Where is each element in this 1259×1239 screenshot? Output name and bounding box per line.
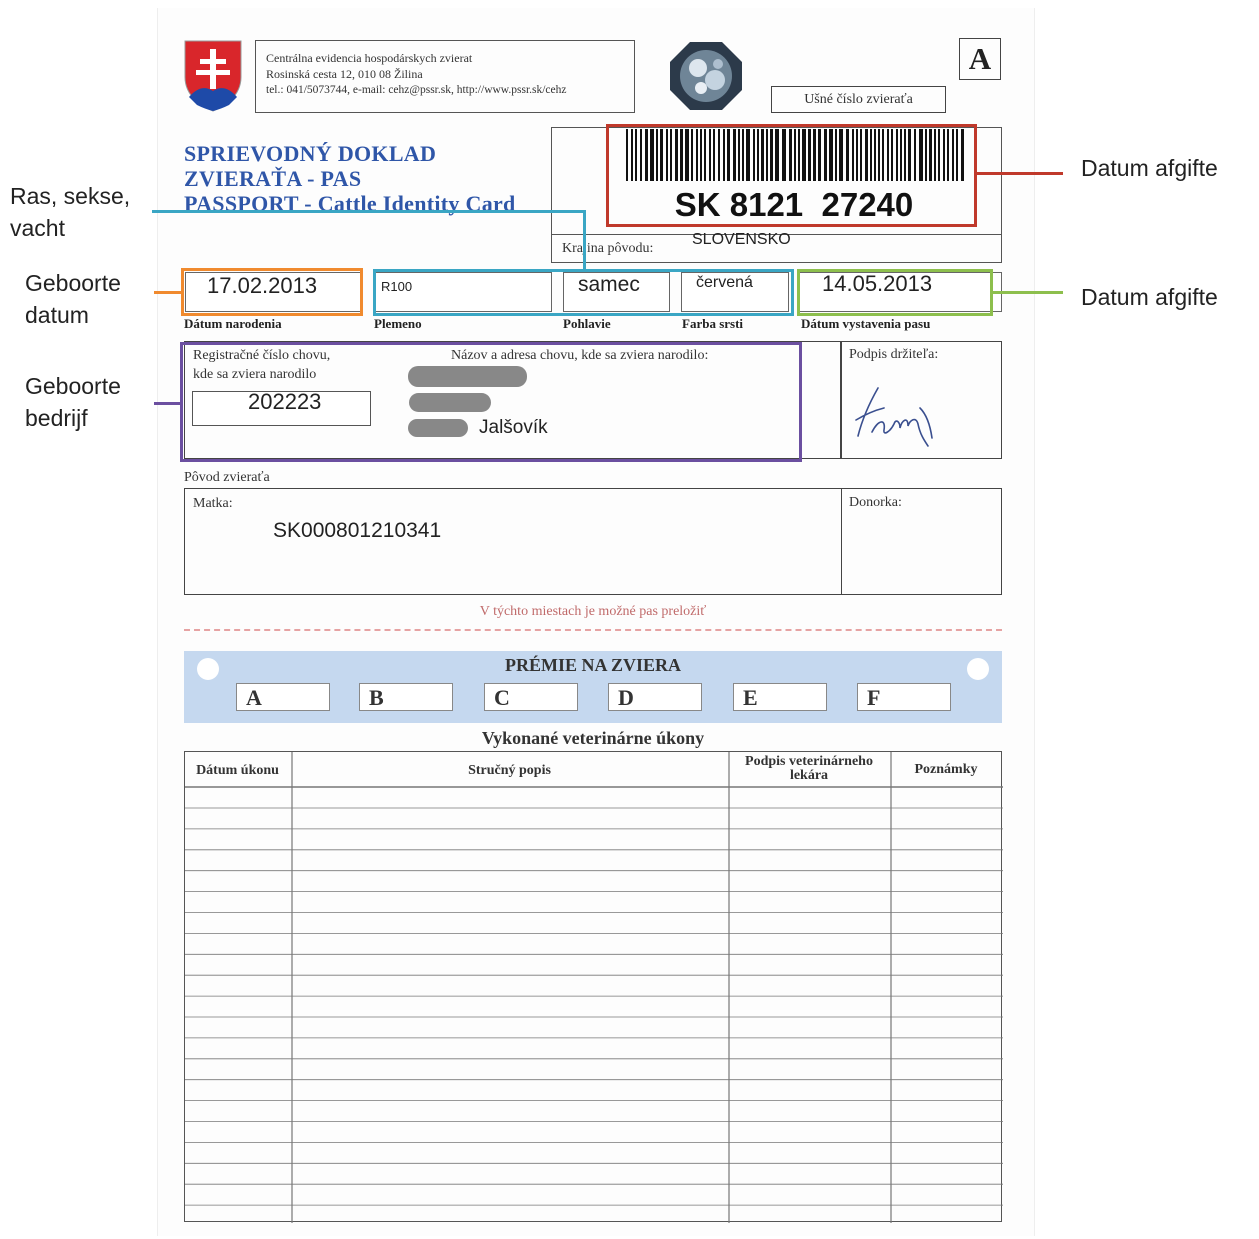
- ear-tag-label: Ušné číslo zvieraťa: [804, 92, 913, 107]
- annotation-label-orange-2: datum: [25, 302, 89, 328]
- vet-table-grid: [185, 752, 1003, 1223]
- vet-header-description: Stručný popis: [468, 763, 551, 778]
- annotation-label-orange-1: Geboorte: [25, 270, 121, 296]
- annotation-line-purple: [154, 402, 181, 405]
- vet-header-vet-signature: Podpis veterinárneho lekára: [728, 755, 890, 783]
- title-line-2: ZVIERAŤA - PAS: [184, 166, 362, 191]
- signature-icon: [855, 387, 933, 447]
- annotation-line-green: [993, 291, 1063, 294]
- vet-header-notes: Poznámky: [914, 762, 978, 777]
- color-label: Farba srsti: [682, 316, 744, 331]
- annotation-line-cyan-h: [152, 210, 586, 213]
- premium-box-a: A: [236, 683, 330, 711]
- sex-label: Pohlavie: [563, 316, 611, 331]
- country-value: SLOVENSKO: [692, 231, 791, 248]
- annotation-line-orange: [154, 291, 182, 294]
- document-title: SPRIEVODNÝ DOKLAD ZVIERAŤA - PAS PASSPOR…: [184, 141, 554, 216]
- annotation-label-cyan-2: vacht: [10, 215, 65, 241]
- form-letter: A: [968, 41, 992, 76]
- org-line-1: Centrálna evidencia hospodárskych zviera…: [266, 51, 473, 65]
- annotation-box-purple: [180, 342, 802, 462]
- annotation-label-green: Datum afgifte: [1081, 284, 1218, 310]
- annotation-box-orange: [181, 268, 363, 316]
- annotation-box-green: [797, 269, 993, 316]
- premium-box-b: B: [359, 683, 453, 711]
- annotation-box-cyan: [373, 269, 794, 316]
- fold-note: V týchto miestach je možné pas preložiť: [479, 604, 707, 619]
- title-line-1: SPRIEVODNÝ DOKLAD: [184, 141, 437, 166]
- annotation-line-cyan-v: [583, 210, 586, 270]
- birth-date-label: Dátum narodenia: [184, 316, 282, 331]
- vet-header-vet-line-1: Podpis veterinárneho: [745, 754, 873, 769]
- annotation-box-red: [606, 124, 977, 227]
- premium-box-e: E: [733, 683, 827, 711]
- origin-section-label: Pôvod zvieraťa: [184, 470, 270, 485]
- breed-label: Plemeno: [374, 316, 422, 331]
- vet-header-vet-line-2: lekára: [789, 768, 829, 783]
- mother-value: SK000801210341: [273, 519, 442, 542]
- premium-box-f: F: [857, 683, 951, 711]
- country-label: Krajina pôvodu:: [562, 241, 654, 256]
- premium-box-c: C: [484, 683, 578, 711]
- form-letter-box: A: [959, 38, 1001, 80]
- premium-title: PRÉMIE NA ZVIERA: [504, 655, 682, 675]
- vet-table-title: Vykonané veterinárne úkony: [481, 728, 705, 748]
- fold-line: [184, 629, 1002, 631]
- mother-label: Matka:: [193, 496, 233, 511]
- vet-table: [184, 751, 1003, 1223]
- signature-label: Podpis držiteľa:: [849, 347, 939, 362]
- ear-tag-label-box: Ušné číslo zvieraťa: [771, 86, 946, 113]
- annotation-line-red: [977, 172, 1063, 175]
- hologram-seal-icon: [668, 40, 744, 112]
- annotation-label-purple-1: Geboorte: [25, 373, 121, 399]
- org-line-3: tel.: 041/5073744, e-mail: cehz@pssr.sk,…: [266, 84, 567, 96]
- annotation-label-cyan-1: Ras, sekse,: [10, 183, 131, 209]
- annotation-label-red: Datum afgifte: [1081, 155, 1218, 181]
- premium-box-d: D: [608, 683, 702, 711]
- annotation-label-purple-2: bedrijf: [25, 405, 88, 431]
- issue-date-label: Dátum vystavenia pasu: [801, 316, 931, 331]
- org-line-2: Rosinská cesta 12, 010 08 Žilina: [266, 67, 423, 81]
- organization-box: Centrálna evidencia hospodárskych zviera…: [255, 40, 635, 113]
- donor-label: Donorka:: [849, 495, 902, 510]
- slovak-coat-of-arms-icon: [183, 39, 243, 113]
- vet-header-date: Dátum úkonu: [196, 763, 279, 778]
